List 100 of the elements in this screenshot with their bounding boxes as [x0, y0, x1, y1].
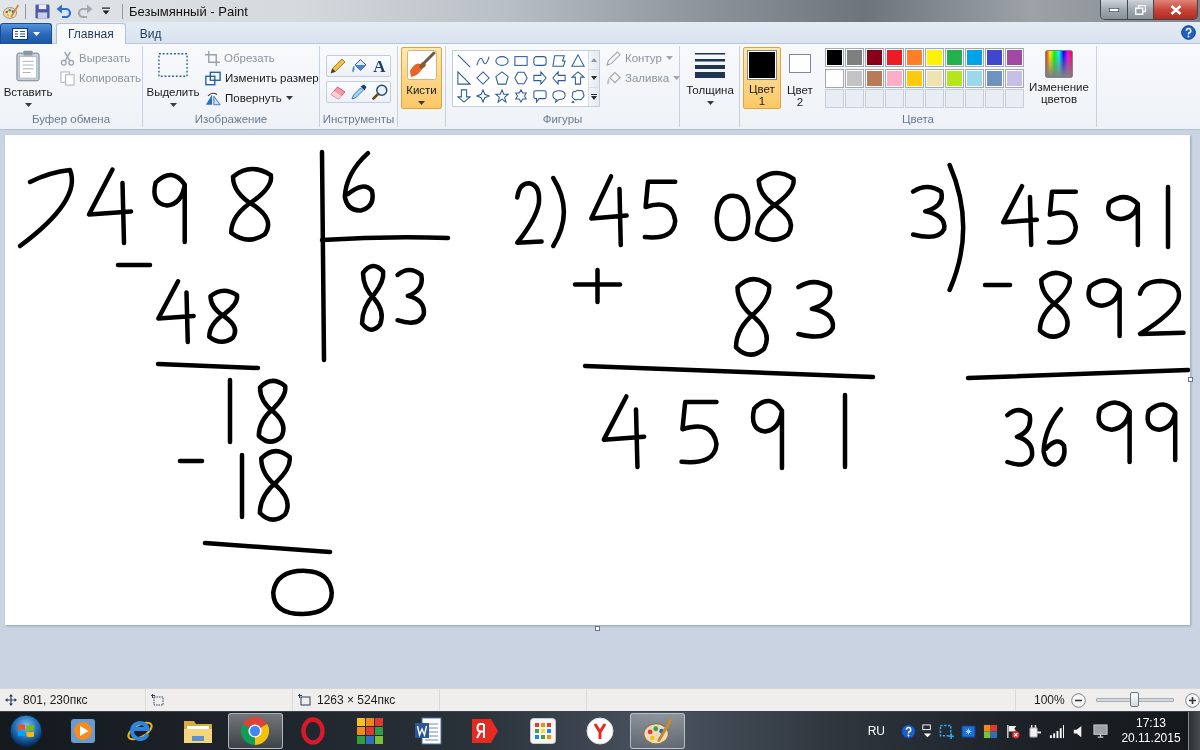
language-indicator[interactable]: RU [867, 724, 885, 738]
scissors-icon [60, 50, 75, 66]
polygon-icon [551, 53, 566, 68]
color-swatch[interactable] [945, 48, 964, 67]
restore-button[interactable] [1127, 0, 1153, 19]
color-swatch[interactable] [885, 68, 904, 88]
down-arrow-icon [456, 88, 471, 103]
shape-button[interactable] [454, 87, 473, 105]
help-icon [900, 723, 916, 739]
color-swatch[interactable] [985, 68, 1004, 88]
minimize-button[interactable] [1101, 0, 1127, 19]
show-desktop-button[interactable] [1188, 712, 1200, 750]
color-swatch[interactable] [905, 68, 924, 88]
ribbon-tab[interactable]: Вид [127, 23, 174, 44]
ribbon-tab[interactable]: Главная [56, 23, 126, 44]
triangle-icon [570, 53, 585, 68]
canvas-size: 1263 × 524пкс [317, 693, 396, 707]
color-swatch[interactable] [905, 48, 924, 67]
monitor-icon [1092, 723, 1108, 739]
shape-button[interactable] [549, 87, 568, 105]
brush-icon [406, 50, 437, 80]
color-swatch[interactable] [965, 68, 984, 88]
active-color-button[interactable]: Цвет 2 [783, 47, 817, 109]
close-button[interactable] [1153, 0, 1197, 19]
resize-icon [205, 70, 221, 86]
select-button[interactable]: Выделить [146, 47, 200, 109]
app-menu-button[interactable] [0, 23, 52, 44]
caret-icon [169, 103, 177, 107]
shape-button[interactable] [568, 69, 587, 87]
color-swatch[interactable] [845, 68, 864, 88]
tool-button[interactable] [327, 56, 348, 76]
line-thickness-icon [695, 52, 725, 78]
color-swatch[interactable] [825, 48, 844, 67]
brushes-button[interactable]: Кисти [401, 47, 442, 109]
shape-button[interactable] [473, 87, 492, 105]
color-swatch[interactable] [825, 68, 844, 88]
signal-bars-icon [1048, 723, 1064, 739]
color-swatch[interactable] [925, 68, 944, 88]
color-swatch[interactable] [925, 48, 944, 67]
shape-button[interactable] [568, 52, 587, 70]
palette-icon [3, 3, 19, 19]
expand-icon [591, 93, 597, 100]
tool-button[interactable] [369, 82, 390, 102]
oval-icon [494, 53, 509, 68]
tool-button[interactable] [348, 82, 369, 102]
shape-button[interactable] [530, 87, 549, 105]
shape-button[interactable] [549, 69, 568, 87]
resize-handle[interactable] [595, 626, 600, 631]
oval-callout-icon [551, 88, 566, 103]
shape-button[interactable] [492, 69, 511, 87]
color-swatch[interactable] [865, 68, 884, 88]
shape-button[interactable] [568, 87, 587, 105]
rotate-button[interactable]: Повернуть [202, 88, 322, 108]
zoom-in-button[interactable] [1185, 692, 1200, 708]
clock-date[interactable]: 20.11.2015 [1121, 731, 1181, 746]
resize-handle[interactable] [1188, 377, 1193, 382]
redo-icon [76, 4, 93, 18]
move-arrows-icon [5, 694, 17, 706]
caret-icon [673, 76, 681, 80]
edit-colors-button[interactable]: Изменение цветов [1027, 47, 1091, 109]
undo-icon [55, 4, 72, 18]
hexagon-icon [513, 71, 528, 86]
pentagon-icon [494, 71, 509, 86]
zoom-out-button[interactable] [1070, 692, 1086, 708]
shape-button[interactable] [454, 69, 473, 87]
active-color-button[interactable]: Цвет 1 [743, 47, 781, 109]
crop-icon [205, 50, 220, 66]
slider-thumb[interactable] [1130, 692, 1140, 707]
left-arrow-icon [551, 71, 566, 86]
clock-time[interactable]: 17:13 [1136, 716, 1166, 731]
shape-button[interactable] [511, 69, 530, 87]
group-label: Инструменты [322, 112, 395, 127]
taskbar-app-button[interactable] [227, 713, 283, 749]
color-swatch[interactable] [865, 48, 884, 67]
shape-button[interactable] [492, 87, 511, 105]
minimize-icon [1109, 7, 1119, 12]
color-spectrum-icon [1045, 50, 1073, 78]
zoom-percent: 100% [1034, 693, 1065, 707]
group-label: Фигуры [542, 112, 583, 127]
color-swatch[interactable] [1005, 68, 1024, 88]
color-swatch[interactable] [885, 48, 904, 67]
color-swatch[interactable] [1005, 48, 1024, 67]
diamond-icon [475, 71, 490, 86]
help-icon[interactable] [1181, 25, 1196, 40]
color-swatch[interactable] [985, 48, 1004, 67]
flag-error-icon [1004, 723, 1020, 739]
shape-button[interactable] [530, 69, 549, 87]
shape-button[interactable] [473, 69, 492, 87]
shape-button[interactable] [549, 52, 568, 70]
color-swatch[interactable] [845, 48, 864, 67]
paste-button[interactable]: Вставить [3, 47, 53, 109]
caret-down-icon [591, 76, 597, 81]
pencil-icon [329, 58, 346, 74]
resize-button[interactable]: Изменить размер [202, 68, 322, 88]
color-swatch[interactable] [965, 48, 984, 67]
color-swatch[interactable] [945, 68, 964, 88]
caret-icon [706, 101, 714, 105]
save-button[interactable] [33, 1, 52, 21]
thickness-button[interactable]: Толщина [683, 47, 737, 109]
four-point-star-icon [475, 88, 490, 103]
